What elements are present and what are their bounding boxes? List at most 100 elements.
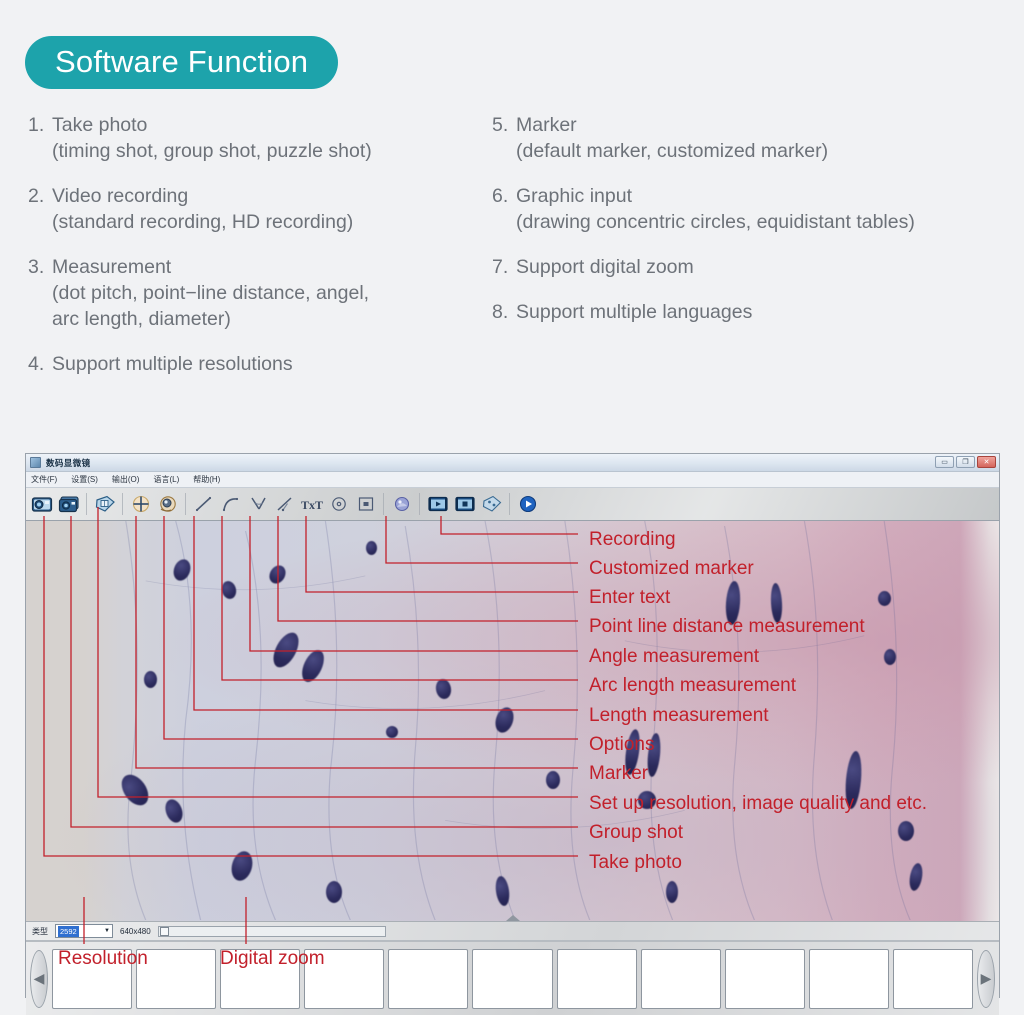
resolution-readout: 640x480 bbox=[120, 926, 151, 936]
thumbnail-slot[interactable] bbox=[808, 948, 889, 1009]
play-icon[interactable] bbox=[515, 492, 540, 517]
thumbnail-slot[interactable] bbox=[388, 948, 469, 1009]
length-measure-icon[interactable] bbox=[191, 492, 216, 517]
snapshot-icon[interactable] bbox=[479, 492, 504, 517]
options-icon[interactable] bbox=[155, 492, 180, 517]
feature-column-left: 1. Take photo (timing shot, group shot, … bbox=[28, 112, 498, 396]
toolbar: TxT bbox=[26, 488, 999, 521]
thumbnail-slot[interactable] bbox=[136, 948, 217, 1009]
page-title: Software Function bbox=[25, 36, 339, 89]
app-icon bbox=[30, 457, 41, 468]
marker-icon[interactable] bbox=[128, 492, 153, 517]
feature-subtitle-2: arc length, diameter) bbox=[52, 308, 231, 330]
recording-icon[interactable] bbox=[425, 492, 450, 517]
control-bar: 类型 2592 ▼ 640x480 bbox=[26, 921, 999, 941]
feature-item-2: 2. Video recording (standard recording, … bbox=[28, 183, 498, 235]
menu-output[interactable]: 输出(O) bbox=[112, 474, 140, 485]
equidistant-table-icon[interactable] bbox=[353, 492, 378, 517]
group-shot-icon[interactable] bbox=[56, 492, 81, 517]
toolbar-separator bbox=[419, 493, 420, 515]
menu-help[interactable]: 帮助(H) bbox=[193, 474, 220, 485]
feature-title: Graphic input bbox=[516, 185, 632, 207]
annotation-recording: Recording bbox=[589, 529, 676, 550]
feature-number: 3. bbox=[28, 256, 45, 278]
close-button[interactable]: ✕ bbox=[977, 456, 996, 468]
feature-number: 1. bbox=[28, 114, 45, 136]
hd-recording-icon[interactable] bbox=[452, 492, 477, 517]
annotation-resolution: Resolution bbox=[58, 948, 148, 969]
thumbnail-slot[interactable] bbox=[556, 948, 637, 1009]
thumbnail-next-button[interactable]: ▶ bbox=[977, 949, 996, 1008]
arc-length-measure-icon[interactable] bbox=[218, 492, 243, 517]
puzzle-shot-icon[interactable] bbox=[92, 492, 117, 517]
feature-item-4: 4. Support multiple resolutions bbox=[28, 351, 498, 377]
window-controls: ▭ ❐ ✕ bbox=[935, 456, 996, 468]
annotation-take-photo: Take photo bbox=[589, 852, 682, 873]
digital-zoom-slider-knob[interactable] bbox=[159, 926, 169, 936]
feature-item-6: 6. Graphic input (drawing concentric cir… bbox=[492, 183, 1024, 235]
annotation-arc-length-measurement: Arc length measurement bbox=[589, 675, 796, 696]
digital-zoom-slider[interactable] bbox=[157, 925, 386, 937]
feature-list: 1. Take photo (timing shot, group shot, … bbox=[0, 112, 1024, 412]
toolbar-separator bbox=[122, 493, 123, 515]
svg-text:TxT: TxT bbox=[301, 498, 323, 512]
cell-nuclei bbox=[26, 521, 999, 921]
feature-number: 8. bbox=[492, 301, 509, 323]
menu-language[interactable]: 语言(L) bbox=[153, 474, 179, 485]
resolution-dropdown[interactable]: 2592 ▼ bbox=[55, 924, 113, 938]
window-title: 数码显微镜 bbox=[46, 457, 91, 468]
camera-viewport[interactable] bbox=[26, 521, 999, 921]
toolbar-separator bbox=[86, 493, 87, 515]
thumbnail-strip: ◀ ▶ bbox=[26, 941, 999, 1015]
feature-title: Support multiple languages bbox=[516, 301, 753, 323]
feature-subtitle: (timing shot, group shot, puzzle shot) bbox=[52, 140, 372, 162]
feature-item-1: 1. Take photo (timing shot, group shot, … bbox=[28, 112, 498, 164]
resolution-value: 2592 bbox=[58, 925, 79, 937]
annotation-angle-measurement: Angle measurement bbox=[589, 646, 760, 667]
annotation-length-measurement: Length measurement bbox=[589, 705, 769, 726]
feature-subtitle: (standard recording, HD recording) bbox=[52, 211, 354, 233]
microscope-app-window: 数码显微镜 ▭ ❐ ✕ 文件(F) 设置(S) 输出(O) 语言(L) 帮助(H… bbox=[25, 453, 1000, 1015]
feature-item-3: 3. Measurement (dot pitch, point−line di… bbox=[28, 254, 498, 332]
feature-number: 6. bbox=[492, 185, 509, 207]
feature-item-5: 5. Marker (default marker, customized ma… bbox=[492, 112, 1024, 164]
feature-item-8: 8. Support multiple languages bbox=[492, 299, 1024, 325]
chevron-down-icon: ▼ bbox=[104, 928, 110, 934]
feature-title: Marker bbox=[516, 114, 577, 136]
minimize-button[interactable]: ▭ bbox=[935, 456, 954, 468]
feature-title: Support digital zoom bbox=[516, 256, 694, 278]
toolbar-separator bbox=[509, 493, 510, 515]
annotation-set-up-resolution: Set up resolution, image quality and etc… bbox=[589, 793, 927, 814]
thumbnail-slot[interactable] bbox=[640, 948, 721, 1009]
feature-title: Take photo bbox=[52, 114, 148, 136]
thumbnail-slot[interactable] bbox=[892, 948, 974, 1009]
window-titlebar: 数码显微镜 ▭ ❐ ✕ bbox=[26, 454, 999, 472]
angle-measure-icon[interactable] bbox=[245, 492, 270, 517]
customized-marker-icon[interactable] bbox=[389, 492, 414, 517]
feature-subtitle: (dot pitch, point−line distance, angel, bbox=[52, 282, 370, 304]
menu-file[interactable]: 文件(F) bbox=[31, 474, 57, 485]
take-photo-icon[interactable] bbox=[29, 492, 54, 517]
toolbar-separator bbox=[185, 493, 186, 515]
thumbnail-slot[interactable] bbox=[472, 948, 553, 1009]
maximize-button[interactable]: ❐ bbox=[956, 456, 975, 468]
feature-number: 5. bbox=[492, 114, 509, 136]
annotation-group-shot: Group shot bbox=[589, 822, 683, 843]
enter-text-icon[interactable]: TxT bbox=[299, 492, 324, 517]
toolbar-separator bbox=[383, 493, 384, 515]
point-line-distance-icon[interactable] bbox=[272, 492, 297, 517]
feature-item-7: 7. Support digital zoom bbox=[492, 254, 1024, 280]
annotation-customized-marker: Customized marker bbox=[589, 558, 754, 579]
thumbnail-prev-button[interactable]: ◀ bbox=[30, 949, 48, 1008]
feature-number: 7. bbox=[492, 256, 509, 278]
menubar: 文件(F) 设置(S) 输出(O) 语言(L) 帮助(H) bbox=[26, 472, 999, 488]
thumbnail-slot[interactable] bbox=[724, 948, 805, 1009]
feature-subtitle: (default marker, customized marker) bbox=[516, 140, 829, 162]
feature-title: Support multiple resolutions bbox=[52, 353, 293, 375]
concentric-circles-icon[interactable] bbox=[326, 492, 351, 517]
feature-number: 2. bbox=[28, 185, 45, 207]
menu-settings[interactable]: 设置(S) bbox=[71, 474, 98, 485]
annotation-options: Options bbox=[589, 734, 655, 755]
feature-number: 4. bbox=[28, 353, 45, 375]
feature-title: Measurement bbox=[52, 256, 172, 278]
